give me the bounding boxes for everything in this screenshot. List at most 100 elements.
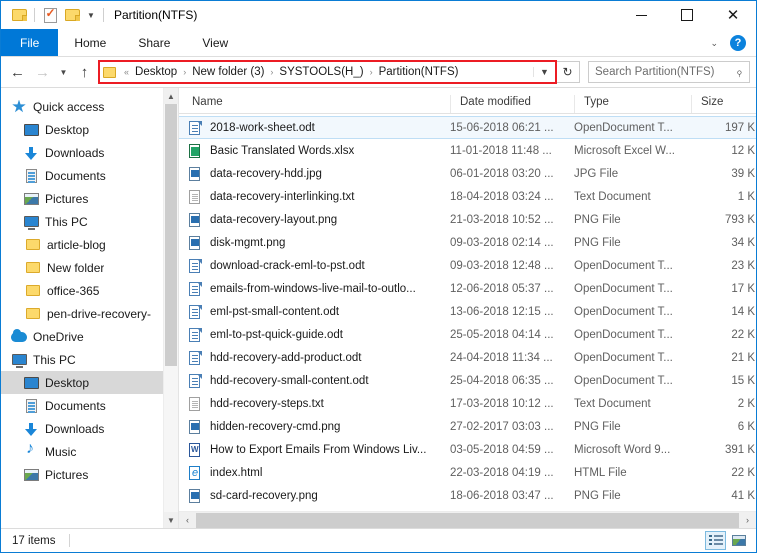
file-type-cell: HTML File (574, 466, 627, 479)
hscroll-left-icon[interactable]: ‹ (179, 512, 196, 529)
sidebar-item-desktop[interactable]: Desktop (1, 371, 178, 394)
file-type-cell: JPG File (574, 167, 619, 180)
file-name-cell: emails-from-windows-live-mail-to-outlo..… (179, 281, 450, 297)
sidebar-item-article-blog[interactable]: article-blog (1, 233, 178, 256)
sidebar-item-pictures[interactable]: Pictures (1, 463, 178, 486)
sidebar-scroll-thumb[interactable] (165, 104, 177, 366)
sidebar-item-downloads[interactable]: Downloads (1, 417, 178, 440)
sidebar-item-this-pc[interactable]: This PC (1, 210, 178, 233)
sidebar-item-pen-drive-recovery[interactable]: pen-drive-recovery- (1, 302, 178, 325)
file-size-cell: 34 K (731, 236, 755, 249)
sidebar-item-music[interactable]: Music (1, 440, 178, 463)
file-size-cell: 12 K (731, 144, 755, 157)
refresh-icon[interactable]: ↻ (556, 61, 580, 83)
sidebar-item-documents[interactable]: Documents (1, 394, 178, 417)
folder-icon[interactable] (8, 4, 30, 26)
breadcrumb-separator-2[interactable]: › (266, 67, 277, 77)
breadcrumb-item-desktop[interactable]: Desktop (133, 66, 179, 78)
table-row[interactable]: data-recovery-interlinking.txt 18-04-2018… (179, 185, 756, 208)
scroll-down-icon[interactable]: ▼ (164, 512, 178, 528)
table-row[interactable]: eml-to-pst-quick-guide.odt 25-05-2018 04:… (179, 323, 756, 346)
minimize-button[interactable] (618, 1, 664, 29)
table-row[interactable]: hdd-recovery-add-product.odt 24-04-2018 1… (179, 346, 756, 369)
column-header-type[interactable]: Type (574, 95, 691, 113)
hscroll-track[interactable] (196, 512, 739, 529)
table-row[interactable]: emails-from-windows-live-mail-to-outlo..… (179, 277, 756, 300)
breadcrumb-item-systools-h[interactable]: SYSTOOLS(H_) (277, 66, 365, 78)
sidebar-item-downloads[interactable]: Downloads (1, 141, 178, 164)
hscroll-right-icon[interactable]: › (739, 512, 756, 529)
new-folder-icon[interactable] (61, 4, 83, 26)
file-size-cell: 793 K (724, 213, 755, 226)
properties-icon[interactable] (39, 4, 61, 26)
quick-access-toolbar: ▼ (8, 1, 108, 29)
file-date-cell: 09-03-2018 12:48 ... (450, 259, 554, 272)
table-row[interactable]: Basic Translated Words.xlsx 11-01-2018 11… (179, 139, 756, 162)
large-icons-view-button[interactable] (728, 531, 749, 550)
table-row[interactable]: sd-card-recovery.png 18-06-2018 03:47 ...… (179, 484, 756, 507)
sidebar-item-quick-access[interactable]: Quick access (1, 95, 178, 118)
file-name-cell: How to Export Emails From Windows Liv... (179, 442, 450, 458)
column-header-date-modified[interactable]: Date modified (450, 95, 574, 113)
sidebar-item-onedrive[interactable]: OneDrive (1, 325, 178, 348)
customize-dropdown-icon[interactable]: ▼ (83, 4, 99, 26)
table-row[interactable]: disk-mgmt.png 09-03-2018 02:14 ... PNG Fil… (179, 231, 756, 254)
table-row[interactable]: data-recovery-layout.png 21-03-2018 10:52… (179, 208, 756, 231)
details-view-button[interactable] (705, 531, 726, 550)
breadcrumb-item-new-folder-3[interactable]: New folder (3) (190, 66, 266, 78)
table-row[interactable]: eml-pst-small-content.odt 13-06-2018 12:1… (179, 300, 756, 323)
table-row[interactable]: index.html 22-03-2018 04:19 ... HTML File 2… (179, 461, 756, 484)
breadcrumb-separator-3[interactable]: › (366, 67, 377, 77)
search-input[interactable]: Search Partition(NTFS) ⌕ (588, 61, 750, 83)
navigation-pane: Quick access Desktop Downloads Documents Pic… (1, 88, 179, 528)
column-header-name[interactable]: Name (179, 95, 450, 113)
table-row[interactable]: hdd-recovery-steps.txt 17-03-2018 10:12 .… (179, 392, 756, 415)
column-header-size[interactable]: Size (691, 95, 756, 113)
table-row[interactable]: download-crack-eml-to-pst.odt 09-03-2018 … (179, 254, 756, 277)
file-type-cell: OpenDocument T... (574, 305, 673, 318)
doc-file-icon (187, 442, 203, 458)
breadcrumb-item-partition-ntfs[interactable]: Partition(NTFS) (377, 66, 461, 78)
horizontal-scrollbar[interactable]: ‹ › (179, 511, 756, 528)
scroll-up-icon[interactable]: ▲ (164, 88, 178, 104)
tab-home[interactable]: Home (58, 29, 122, 56)
back-button[interactable]: ← (5, 59, 30, 85)
breadcrumb-separator-1[interactable]: › (179, 67, 190, 77)
sidebar-scrollbar[interactable]: ▲ ▼ (163, 88, 178, 528)
music-icon (23, 440, 39, 460)
file-name-cell: data-recovery-interlinking.txt (179, 189, 450, 205)
sidebar-item-pictures[interactable]: Pictures (1, 187, 178, 210)
tab-view[interactable]: View (186, 29, 244, 56)
file-name-cell: data-recovery-layout.png (179, 212, 450, 228)
table-row[interactable]: hidden-recovery-cmd.png 27-02-2017 03:03 … (179, 415, 756, 438)
column-headers: Name Date modified Type Size (179, 88, 756, 114)
breadcrumb[interactable]: « Desktop › New folder (3) › SYSTOOLS(H_… (98, 60, 557, 84)
close-icon[interactable]: ✕ (710, 1, 756, 29)
chevron-down-icon[interactable]: ⌄ (704, 38, 724, 49)
file-name-label: download-crack-eml-to-pst.odt (210, 259, 365, 272)
sidebar-item-this-pc[interactable]: This PC (1, 348, 178, 371)
sidebar-item-desktop[interactable]: Desktop (1, 118, 178, 141)
file-list-pane: ⌃ Name Date modified Type Size 2018-work… (179, 88, 756, 528)
maximize-button[interactable] (664, 1, 710, 29)
table-row[interactable]: How to Export Emails From Windows Liv...… (179, 438, 756, 461)
sidebar-scroll-track[interactable] (164, 104, 178, 512)
txt-file-icon (187, 396, 203, 412)
address-dropdown-icon[interactable]: ▼ (533, 67, 555, 77)
tab-file[interactable]: File (1, 29, 59, 56)
sidebar-item-new-folder[interactable]: New folder (1, 256, 178, 279)
table-row[interactable]: data-recovery-hdd.jpg 06-01-2018 03:20 ..… (179, 162, 756, 185)
up-button[interactable]: ↑ (72, 59, 97, 85)
tab-share[interactable]: Share (122, 29, 186, 56)
help-icon[interactable]: ? (730, 35, 746, 51)
recent-locations-icon[interactable]: ▼ (55, 59, 72, 85)
hscroll-thumb[interactable] (196, 512, 739, 528)
sidebar-item-office-365[interactable]: office-365 (1, 279, 178, 302)
table-row[interactable]: hdd-recovery-small-content.odt 25-04-2018… (179, 369, 756, 392)
sidebar-item-documents[interactable]: Documents (1, 164, 178, 187)
file-size-cell: 39 K (731, 167, 755, 180)
downloads-icon (23, 145, 39, 161)
breadcrumb-overflow-icon[interactable]: « (120, 67, 133, 77)
table-row[interactable]: 2018-work-sheet.odt 15-06-2018 06:21 ... O… (179, 116, 756, 139)
forward-button[interactable]: → (30, 59, 55, 85)
